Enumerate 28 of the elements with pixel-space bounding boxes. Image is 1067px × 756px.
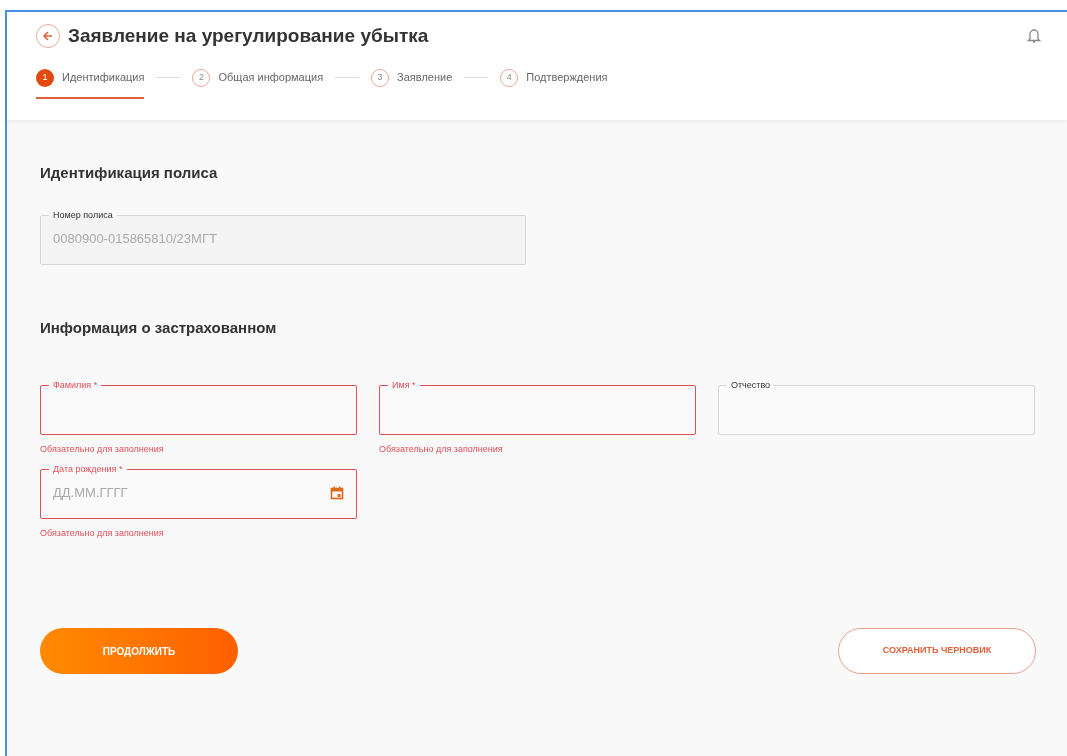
- section-title: Идентификация полиса: [40, 163, 219, 183]
- save-draft-button[interactable]: СОХРАНИТЬ ЧЕРНОВИК: [838, 628, 1036, 674]
- step-number: 1: [36, 68, 54, 87]
- field-label: Номер полиса: [52, 208, 114, 222]
- step-tab[interactable]: 1 Идентификация: [36, 56, 145, 99]
- text-field[interactable]: Фамилия *: [40, 379, 357, 435]
- bell-icon[interactable]: [1027, 28, 1041, 45]
- step-tab[interactable]: 3 Заявление: [371, 56, 453, 99]
- step-label: Заявление: [397, 70, 453, 86]
- page-title: Заявление на урегулирование убытка: [68, 24, 429, 48]
- step-tab[interactable]: 2 Общая информация: [192, 56, 324, 99]
- calendar-icon[interactable]: [330, 485, 344, 500]
- field-label: Имя *: [391, 379, 417, 392]
- text-field[interactable]: Имя *: [379, 379, 696, 435]
- section-title: Информация о застрахованном: [40, 317, 278, 338]
- field-label: Дата рождения *: [52, 462, 124, 476]
- date-input[interactable]: ДД.ММ.ГГГГ: [53, 483, 330, 503]
- arrow-left-icon: [42, 30, 54, 43]
- error-text: Обязательно для заполнения: [379, 443, 504, 456]
- field-label: Фамилия *: [52, 379, 99, 392]
- field-label: Отчество: [730, 379, 772, 392]
- error-text: Обязательно для заполнения: [40, 526, 165, 540]
- step-label: Общая информация: [218, 70, 324, 86]
- step-label: Подтверждения: [526, 70, 608, 86]
- error-text: Обязательно для заполнения: [40, 443, 165, 456]
- step-label: Идентификация: [62, 70, 145, 86]
- text-field[interactable]: Отчество: [718, 379, 1035, 435]
- step-tab[interactable]: 4 Подтверждения: [500, 56, 608, 99]
